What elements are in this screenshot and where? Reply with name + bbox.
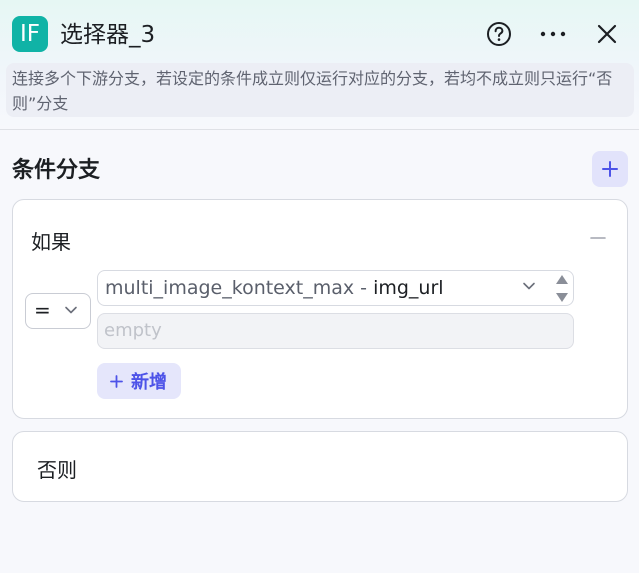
node-icon-text: IF: [19, 21, 40, 47]
remove-branch-button[interactable]: [587, 227, 609, 249]
variable-separator: -: [360, 277, 368, 299]
more-icon: [540, 31, 566, 37]
if-label: 如果: [31, 230, 71, 254]
minus-icon: [590, 237, 606, 239]
help-icon: [487, 22, 511, 46]
more-button[interactable]: [536, 17, 570, 51]
node-title[interactable]: 选择器_3: [60, 18, 155, 52]
variable-reference: multi_image_kontext_max - img_url: [105, 277, 444, 299]
condition-node-icon: IF: [12, 16, 48, 52]
variable-node-name: multi_image_kontext_max: [105, 277, 355, 299]
variable-field-name: img_url: [373, 277, 444, 299]
chevron-down-icon: [65, 306, 77, 314]
plus-icon: [110, 374, 123, 388]
variable-select[interactable]: multi_image_kontext_max - img_url: [97, 270, 574, 306]
if-branch-card: 如果 = multi_image_kontext_max - img_url e…: [12, 199, 628, 419]
operator-select[interactable]: =: [25, 293, 91, 329]
add-branch-button[interactable]: [592, 151, 628, 187]
add-condition-button[interactable]: 新增: [97, 363, 181, 399]
plus-icon: [602, 161, 618, 177]
operator-value: =: [34, 298, 51, 322]
add-condition-label: 新增: [131, 372, 167, 393]
else-label: 否则: [37, 458, 77, 482]
stepper-arrows-icon[interactable]: [551, 272, 573, 305]
node-header: IF 选择器_3 连接多个下游分支，若设定的条件成立则仅运行对应的分支，若均不成…: [0, 0, 639, 130]
node-description: 连接多个下游分支，若设定的条件成立则仅运行对应的分支，若均不成立则只运行“否则”…: [6, 63, 634, 117]
chevron-down-icon: [523, 282, 535, 290]
close-icon: [597, 24, 617, 44]
section-title: 条件分支: [12, 158, 101, 183]
condition-value-input[interactable]: empty: [97, 313, 574, 349]
close-button[interactable]: [590, 17, 624, 51]
else-branch-card: 否则: [12, 431, 628, 502]
help-button[interactable]: [482, 17, 516, 51]
